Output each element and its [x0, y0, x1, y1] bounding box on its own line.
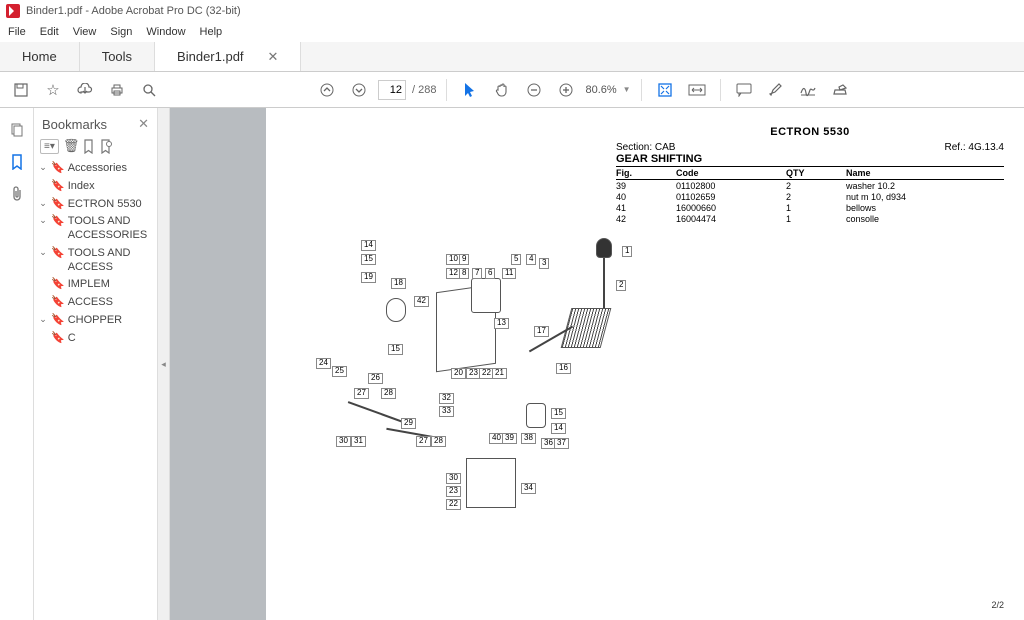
page-up-icon[interactable] [314, 77, 340, 103]
tab-row: Home Tools Binder1.pdf ✕ [0, 42, 1024, 72]
bm-delete-icon[interactable]: 🗑 [63, 138, 80, 154]
bm-options-icon[interactable]: ≡▾ [40, 139, 59, 154]
zoom-dropdown-icon[interactable]: ▼ [623, 85, 631, 94]
doc-header: ECTRON 5530 Section: CAB Ref.: 4G.13.4 G… [616, 126, 1004, 165]
bm-item-index[interactable]: 🔖Index [38, 178, 157, 196]
stamp-icon[interactable] [827, 77, 853, 103]
panel-splitter[interactable]: ◂ [158, 108, 170, 620]
menu-file[interactable]: File [8, 26, 26, 38]
menu-edit[interactable]: Edit [40, 26, 59, 38]
page-down-icon[interactable] [346, 77, 372, 103]
bookmarks-panel: Bookmarks ✕ ≡▾ 🗑 ⌄🔖Accessories 🔖Index ⌄🔖… [34, 108, 158, 620]
exploded-diagram: 14 15 19 18 10 9 12 8 7 6 11 5 4 3 2 1 4… [296, 238, 636, 518]
main-area: Bookmarks ✕ ≡▾ 🗑 ⌄🔖Accessories 🔖Index ⌄🔖… [0, 108, 1024, 620]
pointer-icon[interactable] [457, 77, 483, 103]
col-fig: Fig. [616, 168, 676, 178]
col-qty: QTY [786, 168, 846, 178]
col-code: Code [676, 168, 786, 178]
bm-item-c[interactable]: 🔖C [38, 330, 157, 348]
title-bar: Binder1.pdf - Adobe Acrobat Pro DC (32-b… [0, 0, 1024, 22]
col-name: Name [846, 168, 1004, 178]
menu-window[interactable]: Window [146, 26, 185, 38]
doc-title: ECTRON 5530 [616, 126, 1004, 138]
hand-icon[interactable] [489, 77, 515, 103]
bm-item-access[interactable]: 🔖ACCESS [38, 294, 157, 312]
tab-close-icon[interactable]: ✕ [268, 49, 279, 65]
zoom-out-icon[interactable] [521, 77, 547, 103]
doc-section: Section: CAB [616, 142, 675, 153]
search-zoom-icon[interactable] [136, 77, 162, 103]
table-row: 39 01102800 2 washer 10.2 [616, 180, 1004, 191]
page-input[interactable] [378, 80, 406, 100]
bookmarks-icon[interactable] [7, 152, 27, 172]
app-icon [6, 4, 20, 18]
nav-rail [0, 108, 34, 620]
print-icon[interactable] [104, 77, 130, 103]
document-page: ECTRON 5530 Section: CAB Ref.: 4G.13.4 G… [266, 108, 1024, 620]
menu-help[interactable]: Help [200, 26, 223, 38]
fit-page-icon[interactable] [652, 77, 678, 103]
save-icon[interactable] [8, 77, 34, 103]
cloud-icon[interactable] [72, 77, 98, 103]
thumbnails-icon[interactable] [7, 120, 27, 140]
bm-find-icon[interactable] [100, 139, 113, 154]
doc-ref: Ref.: 4G.13.4 [945, 142, 1004, 153]
bookmarks-title: Bookmarks [42, 117, 107, 132]
bm-item-tools-l2[interactable]: ⌄🔖TOOLS AND ACCESSORIES [38, 213, 157, 245]
page-total: / 288 [412, 84, 436, 96]
table-row: 42 16004474 1 consolle [616, 213, 1004, 224]
tab-file[interactable]: Binder1.pdf ✕ [155, 42, 301, 71]
document-viewport[interactable]: ECTRON 5530 Section: CAB Ref.: 4G.13.4 G… [170, 108, 1024, 620]
bookmarks-tree: ⌄🔖Accessories 🔖Index ⌄🔖ECTRON 5530 ⌄🔖TOO… [34, 160, 157, 347]
attachments-icon[interactable] [7, 184, 27, 204]
menu-sign[interactable]: Sign [110, 26, 132, 38]
bm-item-accessories[interactable]: ⌄🔖Accessories [38, 160, 157, 178]
table-row: 40 01102659 2 nut m 10, d934 [616, 191, 1004, 202]
doc-subtitle: GEAR SHIFTING [616, 153, 1004, 165]
star-icon[interactable]: ☆ [40, 77, 66, 103]
prev-page-edge [170, 108, 266, 620]
menu-view[interactable]: View [73, 26, 97, 38]
toolbar: ☆ / 288 80.6% ▼ [0, 72, 1024, 108]
tab-tools[interactable]: Tools [80, 42, 155, 71]
page-number: 2/2 [991, 600, 1004, 610]
zoom-level: 80.6% [585, 84, 616, 96]
table-row: 41 16000660 1 bellows [616, 202, 1004, 213]
bookmarks-close-icon[interactable]: ✕ [138, 116, 149, 132]
bm-item-chopper[interactable]: ⌄🔖CHOPPER [38, 312, 157, 330]
bm-item-implem[interactable]: 🔖IMPLEM [38, 276, 157, 294]
zoom-in-icon[interactable] [553, 77, 579, 103]
sign-icon[interactable] [795, 77, 821, 103]
tab-file-label: Binder1.pdf [177, 49, 244, 64]
menu-bar: File Edit View Sign Window Help [0, 22, 1024, 42]
window-title: Binder1.pdf - Adobe Acrobat Pro DC (32-b… [26, 5, 241, 17]
comment-icon[interactable] [731, 77, 757, 103]
fit-width-icon[interactable] [684, 77, 710, 103]
bm-item-ectron[interactable]: ⌄🔖ECTRON 5530 [38, 196, 157, 214]
bookmarks-toolbar: ≡▾ 🗑 [34, 138, 157, 160]
parts-table: Fig. Code QTY Name 39 01102800 2 washer … [616, 166, 1004, 224]
bm-new-icon[interactable] [83, 139, 96, 154]
bm-item-tools-l3[interactable]: ⌄🔖TOOLS AND ACCESS [38, 245, 157, 277]
highlight-icon[interactable] [763, 77, 789, 103]
tab-home[interactable]: Home [0, 42, 80, 71]
